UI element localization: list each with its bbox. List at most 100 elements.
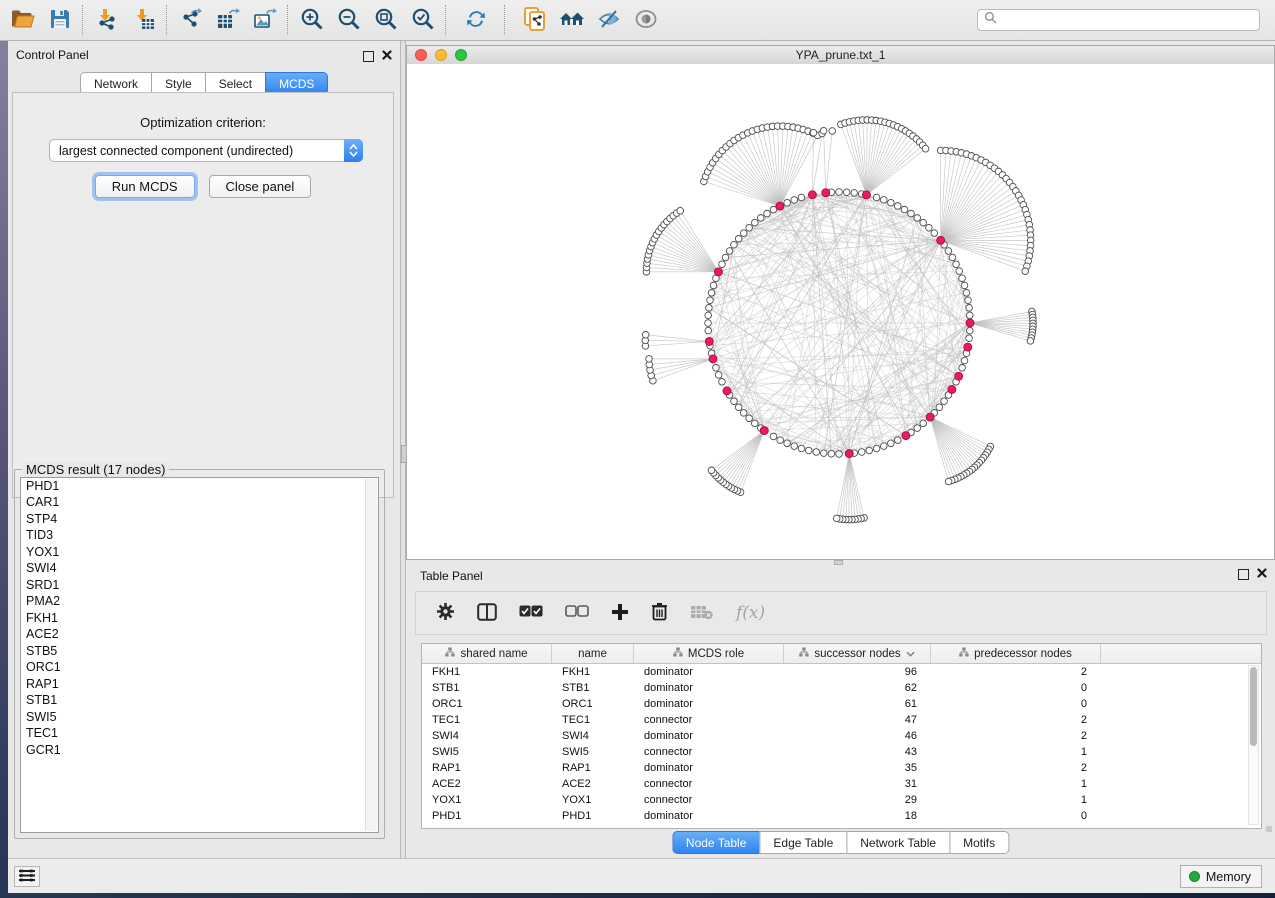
tab-motifs[interactable]: Motifs xyxy=(949,831,1009,854)
table-cell[interactable]: TEC1 xyxy=(552,714,634,726)
zoom-fit-button[interactable] xyxy=(367,2,404,38)
mcds-result-item[interactable]: CAR1 xyxy=(21,495,378,512)
tab-edge-table[interactable]: Edge Table xyxy=(759,831,846,854)
run-mcds-button[interactable]: Run MCDS xyxy=(95,175,195,198)
task-history-button[interactable] xyxy=(14,866,40,887)
mcds-hub-node[interactable] xyxy=(862,191,870,199)
table-cell[interactable]: connector xyxy=(634,778,784,790)
network-node[interactable] xyxy=(961,282,968,289)
network-node[interactable] xyxy=(945,248,952,255)
network-node[interactable] xyxy=(945,478,952,485)
table-cell[interactable]: ORC1 xyxy=(552,698,634,710)
network-node[interactable] xyxy=(798,194,805,201)
mcds-result-item[interactable]: FKH1 xyxy=(21,610,378,627)
table-cell[interactable]: TEC1 xyxy=(422,714,552,726)
table-cell[interactable]: dominator xyxy=(634,698,784,710)
network-node[interactable] xyxy=(888,440,895,447)
network-node[interactable] xyxy=(646,356,653,363)
mcds-result-item[interactable]: TEC1 xyxy=(21,726,378,743)
network-node[interactable] xyxy=(710,282,717,289)
float-panel-icon[interactable] xyxy=(1238,569,1249,580)
delete-column-button[interactable] xyxy=(651,602,668,624)
network-node[interactable] xyxy=(791,197,798,204)
network-node[interactable] xyxy=(735,235,742,242)
column-header[interactable]: name xyxy=(552,644,634,663)
table-cell[interactable]: 2 xyxy=(931,714,1101,726)
mcds-result-item[interactable]: GCR1 xyxy=(21,742,378,759)
network-node[interactable] xyxy=(1027,338,1034,345)
table-cell[interactable]: dominator xyxy=(634,762,784,774)
mcds-hub-node[interactable] xyxy=(776,202,784,210)
search-input[interactable] xyxy=(1001,12,1259,28)
network-node[interactable] xyxy=(920,420,927,427)
function-builder-button[interactable]: f(x) xyxy=(736,603,765,623)
network-node[interactable] xyxy=(961,357,968,364)
table-cell[interactable]: 2 xyxy=(931,666,1101,678)
mcds-hub-node[interactable] xyxy=(937,236,945,244)
network-node[interactable] xyxy=(931,230,938,237)
network-node[interactable] xyxy=(908,210,915,217)
mcds-hub-node[interactable] xyxy=(845,450,853,458)
mcds-result-item[interactable]: ACE2 xyxy=(21,627,378,644)
zoom-out-button[interactable] xyxy=(330,2,367,38)
import-network-button[interactable] xyxy=(88,2,125,38)
tab-node-table[interactable]: Node Table xyxy=(672,831,760,854)
export-network-button[interactable] xyxy=(172,2,209,38)
home-networks-button[interactable] xyxy=(553,2,590,38)
mcds-result-item[interactable]: SWI5 xyxy=(21,709,378,726)
table-row[interactable]: TEC1TEC1connector472 xyxy=(422,712,1261,728)
network-node[interactable] xyxy=(894,437,901,444)
network-node[interactable] xyxy=(791,443,798,450)
network-node[interactable] xyxy=(798,445,805,452)
resize-grip[interactable] xyxy=(1266,826,1272,832)
network-node[interactable] xyxy=(746,415,753,422)
show-eye-button[interactable] xyxy=(627,2,664,38)
minimize-window-icon[interactable] xyxy=(435,49,447,61)
export-table-button[interactable] xyxy=(209,2,246,38)
mcds-result-item[interactable]: YOX1 xyxy=(21,544,378,561)
table-cell[interactable]: 47 xyxy=(784,714,931,726)
network-node[interactable] xyxy=(936,404,943,411)
zoom-selected-button[interactable] xyxy=(404,2,441,38)
first-neighbors-button[interactable] xyxy=(516,2,553,38)
mcds-hub-node[interactable] xyxy=(705,337,713,345)
table-cell[interactable]: 29 xyxy=(784,794,931,806)
network-node[interactable] xyxy=(881,443,888,450)
table-cell[interactable]: SWI5 xyxy=(552,746,634,758)
refresh-button[interactable] xyxy=(457,2,494,38)
table-cell[interactable]: connector xyxy=(634,714,784,726)
table-cell[interactable]: 35 xyxy=(784,762,931,774)
network-node[interactable] xyxy=(705,327,712,334)
network-node[interactable] xyxy=(740,230,747,237)
table-cell[interactable]: 1 xyxy=(931,746,1101,758)
table-cell[interactable]: STB1 xyxy=(552,682,634,694)
mcds-result-list[interactable]: PHD1CAR1STP4TID3YOX1SWI4SRD1PMA2FKH1ACE2… xyxy=(20,477,379,833)
network-node[interactable] xyxy=(881,197,888,204)
table-cell[interactable]: 61 xyxy=(784,698,931,710)
network-node[interactable] xyxy=(731,241,738,248)
network-node[interactable] xyxy=(888,199,895,206)
network-node[interactable] xyxy=(873,445,880,452)
table-cell[interactable]: 96 xyxy=(784,666,931,678)
network-node[interactable] xyxy=(805,447,812,454)
table-cell[interactable]: 0 xyxy=(931,682,1101,694)
table-cell[interactable]: STB1 xyxy=(422,682,552,694)
network-node[interactable] xyxy=(740,410,747,417)
table-cell[interactable]: connector xyxy=(634,746,784,758)
mcds-result-item[interactable]: STP4 xyxy=(21,511,378,528)
mcds-hub-node[interactable] xyxy=(760,427,768,435)
mcds-result-item[interactable]: STB1 xyxy=(21,693,378,710)
column-header[interactable]: predecessor nodes xyxy=(931,644,1101,663)
mcds-hub-node[interactable] xyxy=(966,319,974,327)
network-node[interactable] xyxy=(901,206,908,213)
open-file-button[interactable] xyxy=(4,2,41,38)
table-cell[interactable]: 2 xyxy=(931,762,1101,774)
network-node[interactable] xyxy=(926,224,933,231)
network-node[interactable] xyxy=(726,248,733,255)
table-row[interactable]: SWI4SWI4dominator462 xyxy=(422,728,1261,744)
network-node[interactable] xyxy=(851,190,858,197)
network-node[interactable] xyxy=(719,261,726,268)
mcds-hub-node[interactable] xyxy=(926,413,934,421)
mcds-list-scrollbar[interactable] xyxy=(365,479,377,831)
table-row[interactable]: STB1STB1dominator620 xyxy=(422,680,1261,696)
